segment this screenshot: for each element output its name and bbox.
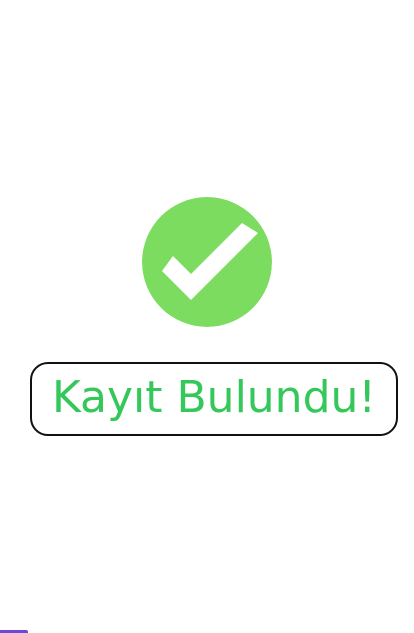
status-message-box: Kayıt Bulundu!: [30, 362, 398, 436]
success-screen: Kayıt Bulundu!: [0, 0, 414, 633]
checkmark-circle-icon: [142, 197, 272, 327]
status-message: Kayıt Bulundu!: [51, 372, 377, 423]
